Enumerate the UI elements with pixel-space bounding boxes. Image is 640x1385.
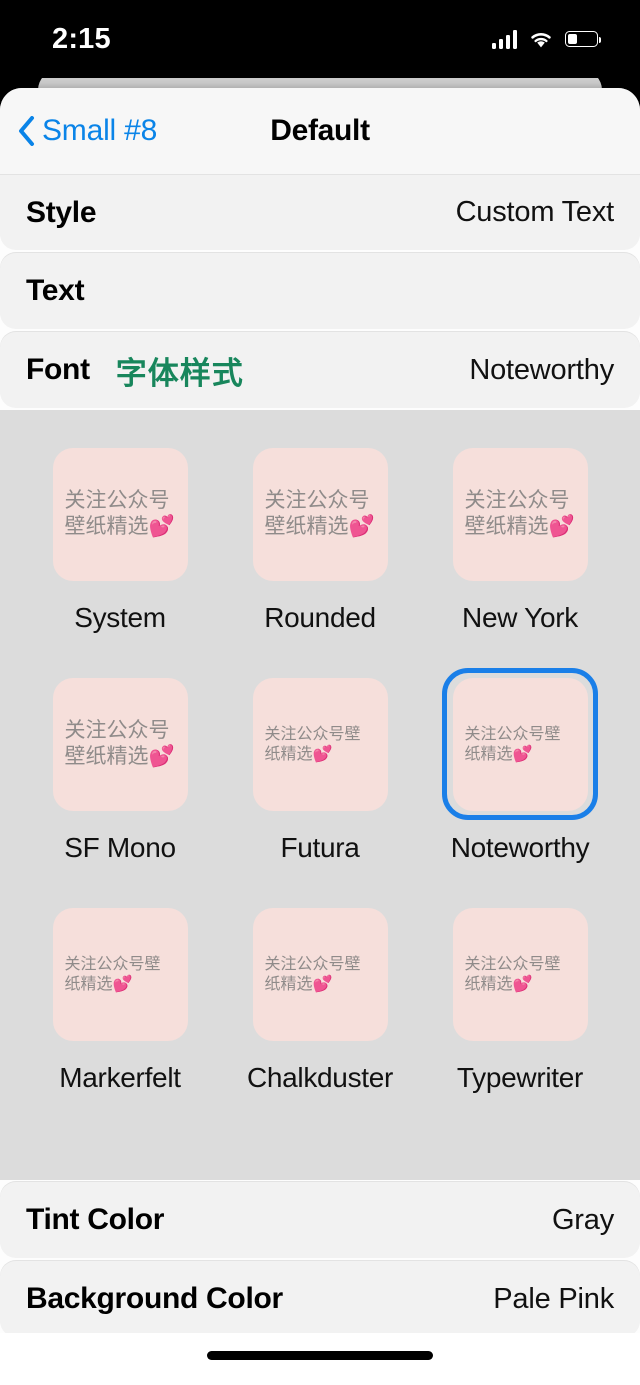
tint-color-value: Gray [551,1203,614,1236]
home-indicator-area [0,1333,640,1385]
back-button-label: Small #8 [42,114,158,147]
font-option-label: SF Mono [64,832,176,863]
font-preview-tile: 关注公众号壁纸精选💕 [442,438,598,590]
font-preview-swatch: 关注公众号壁纸精选💕 [252,447,388,581]
font-preview-tile: 关注公众号壁纸精选💕 [442,898,598,1050]
font-grid-row: 关注公众号壁纸精选💕 Markerfelt 关注公众号壁纸精选💕 Chalkdu… [0,898,640,1128]
home-indicator[interactable] [207,1350,433,1360]
font-preview-swatch: 关注公众号壁纸精选💕 [452,447,588,581]
style-label: Style [26,195,97,229]
font-preview-text: 关注公众号壁纸精选💕 [264,724,361,763]
phone-screen: 2:15 Small #8 Default Style Custom Text … [0,0,640,1385]
status-indicators [491,29,602,49]
font-preview-tile: 关注公众号壁纸精选💕 [42,898,198,1050]
status-time: 2:15 [52,22,111,55]
font-option-label: Chalkduster [246,1062,394,1093]
font-preview-text: 关注公众号壁纸精选💕 [464,954,561,993]
font-grid-row: 关注公众号壁纸精选💕 System 关注公众号壁纸精选💕 Rounded 关注公… [0,438,640,668]
font-preview-text: 关注公众号壁纸精选💕 [464,724,561,763]
font-preview-swatch: 关注公众号壁纸精选💕 [52,907,188,1041]
font-preview-tile: 关注公众号壁纸精选💕 [242,438,398,590]
font-option-label: System [74,602,166,633]
font-preview-tile: 关注公众号壁纸精选💕 [242,668,398,820]
chevron-left-icon [18,116,35,146]
font-preview-text: 关注公众号壁纸精选💕 [64,488,175,538]
navigation-bar: Small #8 Default [0,88,640,174]
font-preview-swatch: 关注公众号壁纸精选💕 [252,907,388,1041]
battery-icon [565,31,602,47]
font-option-label: Typewriter [456,1062,584,1093]
status-bar: 2:15 [0,0,640,78]
font-option-sf-mono[interactable]: 关注公众号壁纸精选💕 SF Mono [42,668,198,898]
font-option-noteworthy[interactable]: 关注公众号壁纸精选💕 Noteworthy [442,668,598,898]
background-color-value: Pale Pink [493,1282,614,1315]
font-option-label: Noteworthy [450,832,590,863]
font-preview-tile: 关注公众号壁纸精选💕 [42,438,198,590]
font-option-label: Rounded [264,602,376,633]
tint-color-label: Tint Color [26,1203,165,1236]
font-preview-tile: 关注公众号壁纸精选💕 [42,668,198,820]
font-preview-text: 关注公众号壁纸精选💕 [264,954,361,993]
font-option-system[interactable]: 关注公众号壁纸精选💕 System [42,438,198,668]
font-option-label: New York [462,602,578,633]
font-value: Noteworthy [469,353,614,386]
font-label: Font [26,353,90,386]
settings-sheet: Small #8 Default Style Custom Text Text … [0,88,640,1385]
font-preview-tile: 关注公众号壁纸精选💕 [242,898,398,1050]
font-preview-tile-selected: 关注公众号壁纸精选💕 [442,668,598,820]
font-picker-grid: 关注公众号壁纸精选💕 System 关注公众号壁纸精选💕 Rounded 关注公… [0,410,640,1180]
font-preview-swatch: 关注公众号壁纸精选💕 [252,677,388,811]
settings-row-tint-color[interactable]: Tint Color Gray [0,1182,640,1258]
font-option-rounded[interactable]: 关注公众号壁纸精选💕 Rounded [242,438,398,668]
settings-row-style[interactable]: Style Custom Text [0,175,640,250]
font-preview-text: 关注公众号壁纸精选💕 [64,954,161,993]
font-preview-text: 关注公众号壁纸精选💕 [464,488,575,538]
wifi-icon [528,30,554,49]
settings-row-font[interactable]: Font 字体样式 Noteworthy [0,332,640,408]
font-option-futura[interactable]: 关注公众号壁纸精选💕 Futura [242,668,398,898]
style-value: Custom Text [455,196,615,228]
font-option-markerfelt[interactable]: 关注公众号壁纸精选💕 Markerfelt [42,898,198,1128]
font-option-label: Markerfelt [59,1062,181,1093]
background-color-label: Background Color [26,1282,283,1315]
font-preview-swatch: 关注公众号壁纸精选💕 [52,677,188,811]
font-option-label: Futura [280,832,360,863]
font-option-new-york[interactable]: 关注公众号壁纸精选💕 New York [442,438,598,668]
font-preview-swatch: 关注公众号壁纸精选💕 [452,677,588,811]
font-option-chalkduster[interactable]: 关注公众号壁纸精选💕 Chalkduster [242,898,398,1128]
font-grid-row: 关注公众号壁纸精选💕 SF Mono 关注公众号壁纸精选💕 Futura 关注公… [0,668,640,898]
font-preview-swatch: 关注公众号壁纸精选💕 [452,907,588,1041]
back-button[interactable]: Small #8 [18,116,157,146]
text-label: Text [26,274,85,307]
font-preview-swatch: 关注公众号壁纸精选💕 [52,447,188,581]
settings-row-background-color[interactable]: Background Color Pale Pink [0,1261,640,1337]
font-option-typewriter[interactable]: 关注公众号壁纸精选💕 Typewriter [442,898,598,1128]
settings-row-text[interactable]: Text [0,253,640,329]
font-sample-text: 字体样式 [115,355,244,392]
cellular-signal-icon [491,29,517,49]
font-preview-text: 关注公众号壁纸精选💕 [264,488,375,538]
font-preview-text: 关注公众号壁纸精选💕 [64,718,175,768]
